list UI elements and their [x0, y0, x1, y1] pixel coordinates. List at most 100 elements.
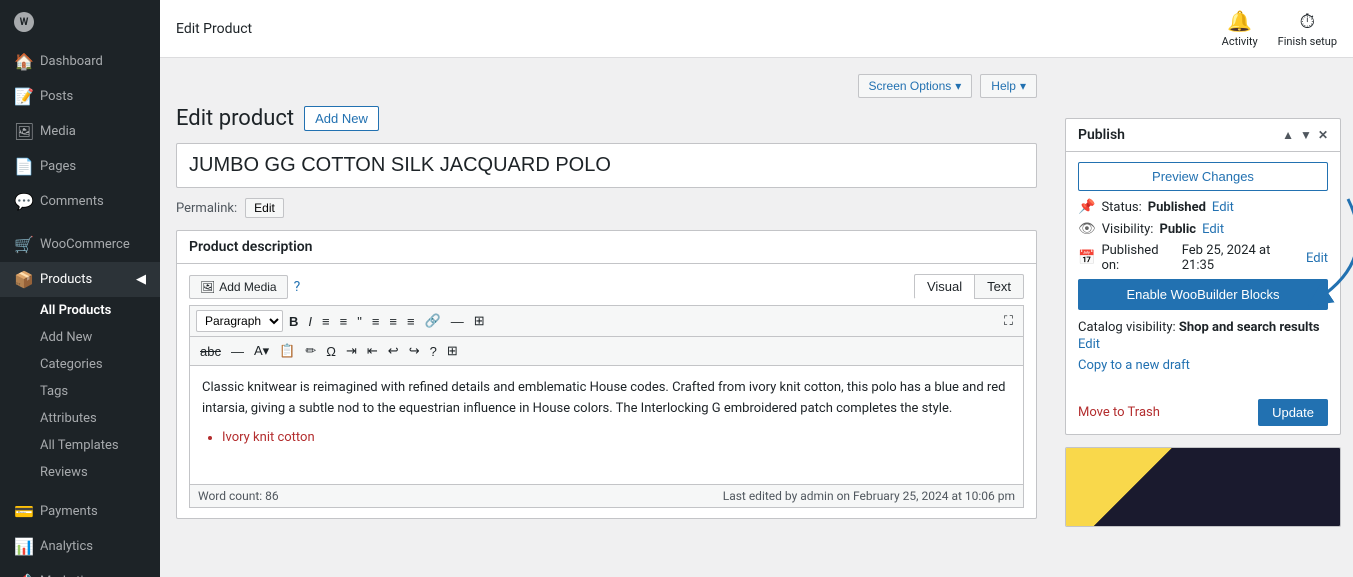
add-media-button[interactable]: 🖼 Add Media — [189, 275, 288, 299]
sidebar-item-analytics[interactable]: 📊 Analytics — [0, 529, 160, 564]
update-button[interactable]: Update — [1258, 399, 1328, 426]
align-left-button[interactable]: ≡ — [368, 312, 384, 331]
special-chars-button[interactable]: Ω — [322, 342, 340, 361]
published-label: Published on: — [1101, 243, 1175, 273]
status-edit-link[interactable]: Edit — [1212, 200, 1234, 215]
catalog-visibility-edit-link[interactable]: Edit — [1078, 337, 1328, 352]
comments-icon: 💬 — [14, 192, 32, 211]
visibility-edit-link[interactable]: Edit — [1202, 222, 1224, 237]
sidebar-item-pages[interactable]: 📄 Pages — [0, 149, 160, 184]
sidebar-sub-item-add-new[interactable]: Add New — [0, 324, 160, 351]
sidebar-item-label: Payments — [40, 504, 98, 519]
sidebar-sub-item-label: All Products — [40, 303, 111, 318]
copy-draft-link[interactable]: Copy to a new draft — [1078, 358, 1328, 373]
activity-button[interactable]: 🔔 Activity — [1222, 9, 1258, 48]
product-title-input[interactable] — [176, 143, 1037, 188]
redo-button[interactable]: ↪ — [405, 341, 424, 361]
catalog-visibility-label: Catalog visibility: — [1078, 320, 1176, 335]
editor-footer: Word count: 86 Last edited by admin on F… — [189, 485, 1024, 508]
sidebar-item-label: WooCommerce — [40, 237, 130, 252]
sidebar-item-label: Dashboard — [40, 54, 103, 69]
sidebar-item-label: Analytics — [40, 539, 93, 554]
dashboard-icon: 🏠 — [14, 52, 32, 71]
paste-button[interactable]: 📋 — [275, 341, 299, 361]
page-title: Edit product — [176, 106, 294, 131]
screen-options-button[interactable]: Screen Options ▾ — [858, 74, 973, 98]
help-button[interactable]: Help ▾ — [980, 74, 1037, 98]
sidebar-sub-item-label: Add New — [40, 330, 92, 345]
sidebar-item-comments[interactable]: 💬 Comments — [0, 184, 160, 219]
sidebar-item-media[interactable]: 🖼 Media — [0, 114, 160, 149]
blockquote-button[interactable]: " — [353, 312, 366, 331]
fullscreen-button[interactable]: ⛶ — [1000, 311, 1017, 331]
more-button[interactable]: — — [447, 312, 468, 331]
help2-button[interactable]: ? — [426, 342, 441, 361]
status-label: Status: — [1101, 200, 1141, 215]
paragraph-select[interactable]: Paragraph — [196, 310, 283, 332]
add-new-button[interactable]: Add New — [304, 106, 379, 131]
sidebar-item-marketing[interactable]: 📣 Marketing — [0, 564, 160, 577]
sidebar-sub-item-all-products[interactable]: All Products — [0, 297, 160, 324]
sidebar-item-woocommerce[interactable]: 🛒 WooCommerce — [0, 227, 160, 262]
enable-woobuilder-button[interactable]: Enable WooBuilder Blocks — [1078, 279, 1328, 310]
edit-permalink-button[interactable]: Edit — [245, 198, 284, 218]
ordered-list-button[interactable]: ≡ — [336, 312, 352, 331]
hr-button[interactable]: — — [227, 342, 248, 361]
published-edit-link[interactable]: Edit — [1306, 251, 1328, 266]
panel-collapse-chevron[interactable]: ▲ — [1282, 128, 1294, 142]
preview-changes-button[interactable]: Preview Changes — [1078, 162, 1328, 191]
panel-close-chevron[interactable]: ✕ — [1318, 128, 1328, 142]
main-area: Edit Product 🔔 Activity ⏱ Finish setup S… — [160, 0, 1353, 577]
sidebar-sub-item-all-templates[interactable]: All Templates — [0, 432, 160, 459]
sidebar-sub-item-tags[interactable]: Tags — [0, 378, 160, 405]
sidebar-item-label: Products — [40, 272, 92, 287]
sidebar-sub-item-categories[interactable]: Categories — [0, 351, 160, 378]
products-arrow: ◀ — [136, 272, 146, 287]
italic-button[interactable]: I — [304, 312, 316, 331]
editor-content-area[interactable]: Classic knitwear is reimagined with refi… — [189, 365, 1024, 485]
sidebar-panels: Publish ▲ ▼ ✕ Preview Changes 📌 Status: … — [1053, 58, 1353, 577]
table-button[interactable]: ⊞ — [470, 311, 489, 331]
permalink-label: Permalink: — [176, 201, 237, 216]
unordered-list-button[interactable]: ≡ — [318, 312, 334, 331]
help-chevron: ▾ — [1020, 79, 1026, 93]
outdent-button[interactable]: ⇤ — [363, 341, 382, 361]
visual-tab[interactable]: Visual — [914, 274, 974, 299]
visibility-value: Public — [1159, 222, 1196, 237]
strikethrough-button[interactable]: abc — [196, 342, 225, 361]
text-tab[interactable]: Text — [974, 274, 1024, 299]
erase-button[interactable]: ✏ — [301, 341, 320, 361]
align-right-button[interactable]: ≡ — [403, 312, 419, 331]
finish-setup-label: Finish setup — [1278, 35, 1337, 48]
panel-header-actions: ▲ ▼ ✕ — [1282, 128, 1328, 142]
indent-button[interactable]: ⇥ — [342, 341, 361, 361]
align-center-button[interactable]: ≡ — [385, 312, 401, 331]
posts-icon: 📝 — [14, 87, 32, 106]
undo-button[interactable]: ↩ — [384, 341, 403, 361]
move-to-trash-link[interactable]: Move to Trash — [1078, 405, 1160, 420]
editor-help-icon[interactable]: ? — [294, 279, 301, 295]
pages-icon: 📄 — [14, 157, 32, 176]
link-button[interactable]: 🔗 — [421, 311, 445, 331]
sidebar-logo: W — [0, 0, 160, 44]
text-color-button[interactable]: A▾ — [250, 341, 273, 361]
sidebar-sub-item-attributes[interactable]: Attributes — [0, 405, 160, 432]
meta-box-content: 🖼 Add Media ? Visual Text Paragraph — [177, 264, 1036, 518]
sidebar-sub-item-reviews[interactable]: Reviews — [0, 459, 160, 486]
status-value: Published — [1148, 200, 1206, 215]
table2-button[interactable]: ⊞ — [443, 341, 462, 361]
editor-tabs: Visual Text — [914, 274, 1024, 299]
sidebar-item-label: Media — [40, 124, 76, 139]
sidebar-item-payments[interactable]: 💳 Payments — [0, 494, 160, 529]
help-label: Help — [991, 79, 1016, 93]
page-header: Edit product Add New — [176, 106, 1037, 131]
panel-expand-chevron[interactable]: ▼ — [1300, 128, 1312, 142]
move-to-trash: Move to Trash — [1078, 405, 1160, 420]
bold-button[interactable]: B — [285, 312, 302, 331]
finish-setup-button[interactable]: ⏱ Finish setup — [1278, 9, 1337, 48]
sidebar-item-dashboard[interactable]: 🏠 Dashboard — [0, 44, 160, 79]
sidebar-item-products[interactable]: 📦 Products ◀ — [0, 262, 160, 297]
sidebar-item-posts[interactable]: 📝 Posts — [0, 79, 160, 114]
page-header-left: Edit product Add New — [176, 106, 379, 131]
publish-panel: Publish ▲ ▼ ✕ Preview Changes 📌 Status: … — [1065, 118, 1341, 435]
